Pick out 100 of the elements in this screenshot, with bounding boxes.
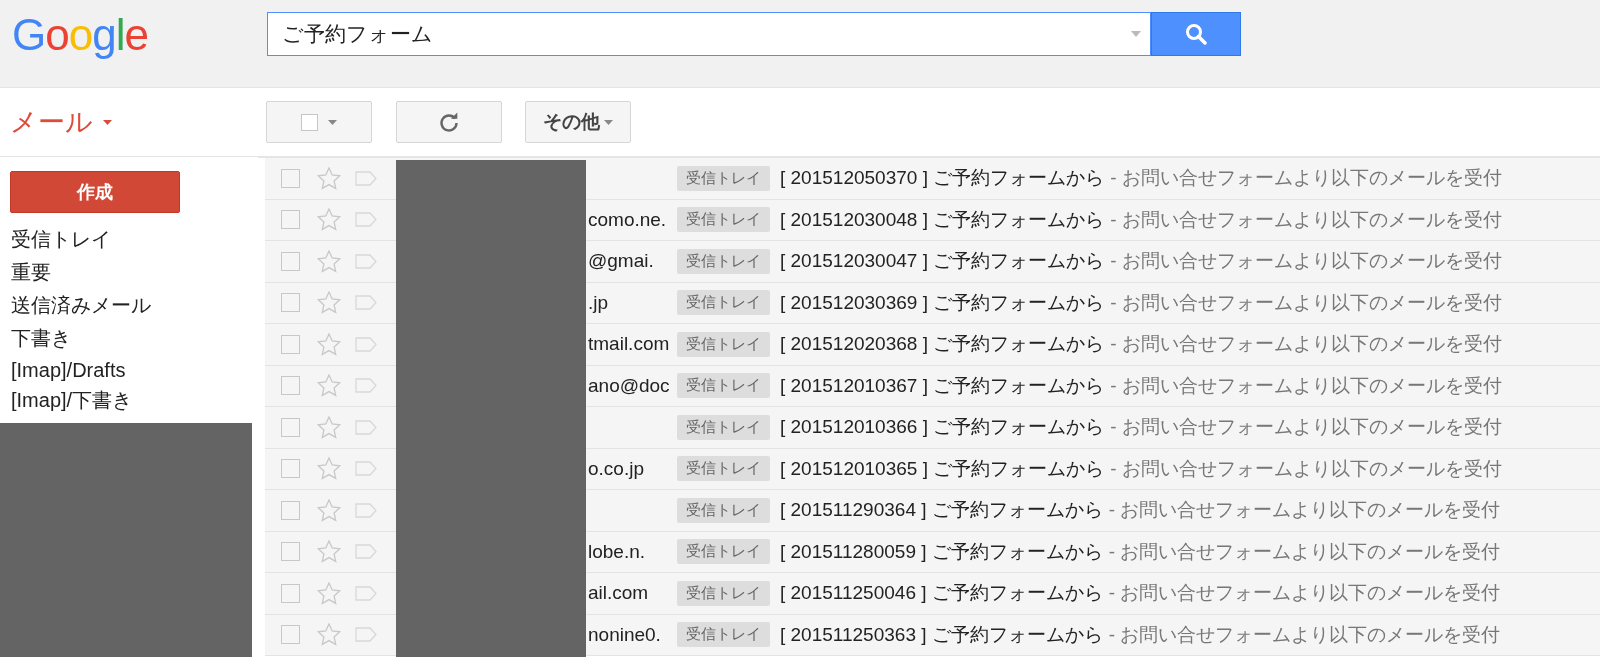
subject-text: [ 201511250363 ] ご予約フォームから xyxy=(780,622,1103,647)
checkbox[interactable] xyxy=(281,625,300,645)
label-tag-icon[interactable] xyxy=(355,295,377,311)
folder-tag[interactable]: 受信トレイ xyxy=(677,456,770,482)
checkbox[interactable] xyxy=(281,417,300,437)
more-button[interactable]: その他 xyxy=(525,101,631,143)
snippet-text: - お問い合せフォームより以下のメールを受付 xyxy=(1108,581,1501,606)
select-button[interactable] xyxy=(266,101,372,143)
snippet-text: - お問い合せフォームより以下のメールを受付 xyxy=(1110,249,1502,274)
subject-text: [ 201512050370 ] ご予約フォームから xyxy=(780,166,1105,191)
caret-icon xyxy=(328,119,337,125)
star-icon[interactable] xyxy=(317,457,341,481)
snippet-text: - お問い合せフォームより以下のメールを受付 xyxy=(1108,498,1501,523)
subject-text: [ 201511280059 ] ご予約フォームから xyxy=(780,539,1103,564)
subject-text: [ 201512020368 ] ご予約フォームから xyxy=(780,332,1105,357)
folder-tag[interactable]: 受信トレイ xyxy=(677,622,770,648)
checkbox[interactable] xyxy=(281,293,300,313)
star-icon[interactable] xyxy=(317,374,341,398)
caret-icon xyxy=(103,119,112,125)
checkbox[interactable] xyxy=(281,210,300,230)
snippet-text: - お問い合せフォームより以下のメールを受付 xyxy=(1110,456,1502,481)
star-icon[interactable] xyxy=(317,208,341,232)
label-tag-icon[interactable] xyxy=(355,170,377,186)
checkbox[interactable] xyxy=(281,583,300,603)
star-icon[interactable] xyxy=(317,540,341,564)
folder-link[interactable]: 重要 xyxy=(11,256,51,289)
sender-name: como.ne. xyxy=(588,208,668,231)
sender-name: lobe.n. xyxy=(588,540,647,563)
snippet-text: - お問い合せフォームより以下のメールを受付 xyxy=(1110,207,1502,232)
folder-tag[interactable]: 受信トレイ xyxy=(677,580,770,606)
folder-tag[interactable]: 受信トレイ xyxy=(677,539,770,565)
refresh-button[interactable] xyxy=(396,101,502,143)
search-field[interactable]: ご予約フォーム xyxy=(267,11,1151,56)
label-tag-icon[interactable] xyxy=(355,544,377,560)
checkbox[interactable] xyxy=(281,542,300,562)
star-icon[interactable] xyxy=(317,249,341,273)
folder-link[interactable]: [Imap]/下書き xyxy=(11,385,133,415)
folder-link[interactable]: [Imap]/Drafts xyxy=(11,355,126,385)
checkbox[interactable] xyxy=(281,500,300,520)
star-icon[interactable] xyxy=(317,498,341,522)
folder-tag[interactable]: 受信トレイ xyxy=(677,248,770,274)
star-icon[interactable] xyxy=(317,332,341,356)
mail-menu[interactable]: メール xyxy=(0,104,258,140)
label-tag-icon[interactable] xyxy=(355,253,377,269)
snippet-text: - お問い合せフォームより以下のメールを受付 xyxy=(1110,415,1502,440)
folder-link[interactable]: 送信済みメール xyxy=(11,289,151,322)
label-tag-icon[interactable] xyxy=(355,336,377,352)
folder-tag[interactable]: 受信トレイ xyxy=(677,207,770,233)
sender-name: ano@doc xyxy=(588,374,671,397)
label-tag-icon[interactable] xyxy=(355,627,377,643)
folder-tag[interactable]: 受信トレイ xyxy=(677,331,770,357)
snippet-text: - お問い合せフォームより以下のメールを受付 xyxy=(1110,332,1502,357)
star-icon[interactable] xyxy=(317,623,341,647)
subject-text: [ 201512010367 ] ご予約フォームから xyxy=(780,373,1105,398)
label-tag-icon[interactable] xyxy=(355,378,377,394)
snippet-text: - お問い合せフォームより以下のメールを受付 xyxy=(1108,622,1501,647)
star-icon[interactable] xyxy=(317,166,341,190)
sender-name: tmail.com xyxy=(588,333,671,356)
label-tag-icon[interactable] xyxy=(355,212,377,228)
refresh-icon xyxy=(438,111,460,133)
snippet-text: - お問い合せフォームより以下のメールを受付 xyxy=(1108,539,1501,564)
sender-name: @gmai. xyxy=(588,250,655,273)
folder-tag[interactable]: 受信トレイ xyxy=(677,290,770,316)
sender-name: o.co.jp xyxy=(588,457,645,480)
folder-tag[interactable]: 受信トレイ xyxy=(677,414,770,440)
caret-icon xyxy=(604,119,613,125)
subject-text: [ 201512010366 ] ご予約フォームから xyxy=(780,415,1105,440)
sender-name: .jp xyxy=(588,291,610,314)
search-icon xyxy=(1185,22,1207,45)
search-button[interactable] xyxy=(1151,11,1241,56)
folder-tag[interactable]: 受信トレイ xyxy=(677,373,770,399)
snippet-text: - お問い合せフォームより以下のメールを受付 xyxy=(1110,166,1502,191)
star-icon[interactable] xyxy=(317,581,341,605)
label-tag-icon[interactable] xyxy=(355,585,377,601)
subject-text: [ 201512030369 ] ご予約フォームから xyxy=(780,290,1105,315)
compose-button[interactable]: 作成 xyxy=(10,171,180,213)
subject-text: [ 201511250046 ] ご予約フォームから xyxy=(780,581,1103,606)
checkbox[interactable] xyxy=(281,251,300,271)
checkbox[interactable] xyxy=(281,168,300,188)
sender-name: nonine0. xyxy=(588,623,662,646)
subject-text: [ 201512010365 ] ご予約フォームから xyxy=(780,456,1105,481)
dropdown-arrow-icon[interactable] xyxy=(1131,30,1141,37)
folder-tag[interactable]: 受信トレイ xyxy=(677,497,770,523)
subject-text: [ 201512030048 ] ご予約フォームから xyxy=(780,207,1105,232)
label-tag-icon[interactable] xyxy=(355,419,377,435)
checkbox[interactable] xyxy=(281,376,300,396)
label-tag-icon[interactable] xyxy=(355,502,377,518)
subject-text: [ 201511290364 ] ご予約フォームから xyxy=(780,498,1103,523)
label-tag-icon[interactable] xyxy=(355,461,377,477)
folder-link[interactable]: 受信トレイ xyxy=(11,223,111,256)
star-icon[interactable] xyxy=(317,415,341,439)
checkbox[interactable] xyxy=(281,334,300,354)
sender-name: ail.com xyxy=(588,582,650,605)
checkbox[interactable] xyxy=(281,459,300,479)
snippet-text: - お問い合せフォームより以下のメールを受付 xyxy=(1110,373,1502,398)
snippet-text: - お問い合せフォームより以下のメールを受付 xyxy=(1110,290,1502,315)
folder-link[interactable]: 下書き xyxy=(11,322,71,355)
star-icon[interactable] xyxy=(317,291,341,315)
subject-text: [ 201512030047 ] ご予約フォームから xyxy=(780,249,1105,274)
folder-tag[interactable]: 受信トレイ xyxy=(677,165,770,191)
